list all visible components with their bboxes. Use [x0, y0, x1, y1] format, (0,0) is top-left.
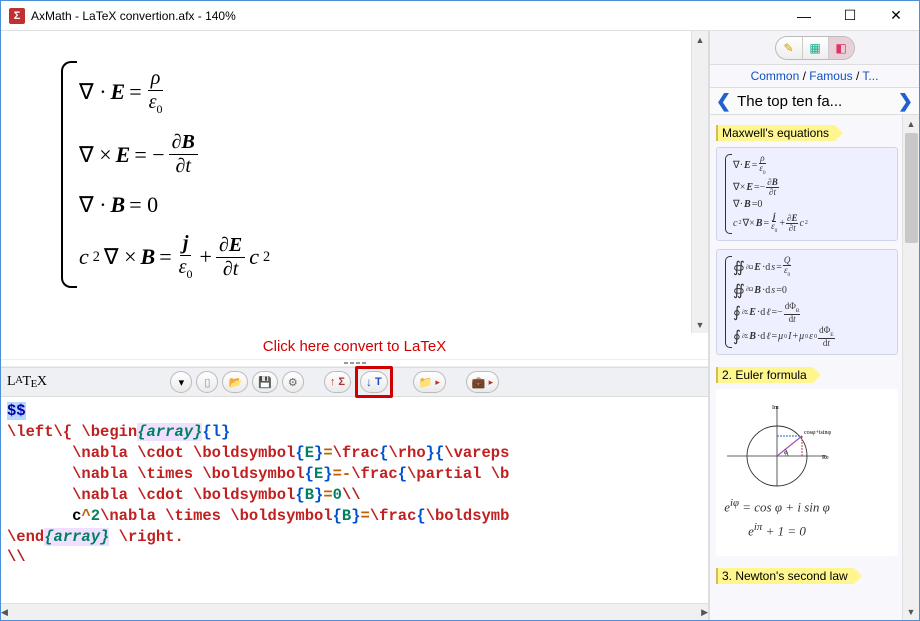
eraser-icon: ◧ — [835, 41, 846, 55]
breadcrumb-link[interactable]: Famous — [809, 69, 852, 83]
sidebar: ✎ ▦ ◧ Common / Famous / T... ❮ The top t… — [709, 31, 919, 620]
export-briefcase-button[interactable]: 💼▸ — [466, 371, 499, 393]
grid-icon: ▦ — [809, 41, 820, 55]
canvas-vscroll[interactable]: ▲ ▼ — [691, 31, 708, 333]
euler-plot: φ Re Im cosφ+isinφ — [722, 401, 832, 491]
window-title: AxMath - LaTeX convertion.afx - 140% — [31, 9, 781, 23]
gear-icon: ⚙ — [288, 376, 298, 389]
sidebar-tab-eraser[interactable]: ◧ — [828, 37, 854, 59]
equation-row: ∇ · B = 0 — [79, 192, 270, 218]
sidebar-tab-grid[interactable]: ▦ — [802, 37, 828, 59]
scroll-down-icon[interactable]: ▼ — [692, 316, 708, 333]
formula-tag[interactable]: 2. Euler formula — [716, 367, 813, 383]
scroll-up-icon[interactable]: ▲ — [692, 31, 708, 48]
close-button[interactable]: ✕ — [873, 1, 919, 31]
titlebar: Σ AxMath - LaTeX convertion.afx - 140% —… — [1, 1, 919, 31]
brush-icon: ✎ — [783, 41, 793, 55]
hint-text: Click here convert to LaTeX — [1, 333, 708, 359]
arrow-right-icon: ▸ — [435, 377, 440, 388]
equation-row: ∇ · E = ρε0 — [79, 67, 270, 117]
text-icon: T — [375, 376, 382, 388]
to-equation-button[interactable]: ↑Σ — [324, 371, 351, 393]
euler-equation: eiφ = cos φ + i sin φ — [724, 497, 830, 515]
maximize-button[interactable]: ☐ — [827, 1, 873, 31]
scroll-thumb[interactable] — [905, 133, 918, 243]
folder-icon: 📁 — [419, 376, 433, 389]
latex-toolbar: LATEX ▾ ▯ 📂 💾 ⚙ ↑Σ ↓T 📁▸ 💼▸ — [1, 367, 708, 397]
dropdown-button[interactable]: ▾ — [170, 371, 192, 393]
formula-tag[interactable]: Maxwell's equations — [716, 125, 835, 141]
formula-thumbnail[interactable]: ∇·E=ρε0 ∇×E=−∂B∂t ∇·B=0 c2∇×B=jε0+∂E∂tc2 — [716, 147, 898, 241]
equation-canvas[interactable]: ∇ · E = ρε0 ∇ × E = − ∂B∂t ∇ · B = 0 c2∇… — [1, 31, 708, 333]
sidebar-tab-brush[interactable]: ✎ — [776, 37, 802, 59]
scroll-down-icon[interactable]: ▼ — [903, 603, 919, 620]
briefcase-icon: 💼 — [472, 376, 486, 389]
latex-code-area[interactable]: $$ \left\{ \begin{array}{l} \nabla \cdot… — [1, 397, 708, 603]
breadcrumb: Common / Famous / T... — [710, 65, 919, 87]
nav-next-button[interactable]: ❯ — [896, 91, 915, 112]
settings-button[interactable]: ⚙ — [282, 371, 304, 393]
app-icon: Σ — [9, 8, 25, 24]
euler-equation: eiπ + 1 = 0 — [748, 521, 806, 539]
copy-button[interactable]: ▯ — [196, 371, 218, 393]
nav-prev-button[interactable]: ❮ — [714, 91, 733, 112]
scroll-up-icon[interactable]: ▲ — [903, 115, 919, 132]
chevron-down-icon: ▾ — [179, 376, 185, 389]
disk-icon: 💾 — [258, 376, 272, 389]
code-hscroll[interactable]: ◀ ▶ — [1, 603, 708, 620]
equation-row: ∇ × E = − ∂B∂t — [79, 131, 270, 178]
sidebar-vscroll[interactable]: ▲ ▼ — [902, 115, 919, 620]
equation-row: c2∇ × B = jε0 + ∂E∂tc2 — [79, 232, 270, 282]
open-button[interactable]: 📂 — [222, 371, 248, 393]
formula-thumbnail[interactable]: ∯∂ΩE·ds=Qε0 ∯∂ΩB·ds=0 ∮∂ΣE·dℓ=−dΦBdt ∮∂Σ… — [716, 249, 898, 355]
formula-tag[interactable]: 3. Newton's second law — [716, 568, 854, 584]
scroll-left-icon[interactable]: ◀ — [1, 604, 8, 620]
page-icon: ▯ — [204, 376, 210, 389]
svg-text:Im: Im — [772, 405, 779, 411]
svg-text:Re: Re — [822, 455, 829, 461]
formula-thumbnail[interactable]: φ Re Im cosφ+isinφ eiφ = cos φ + i sin φ… — [716, 389, 898, 556]
breadcrumb-link[interactable]: T... — [862, 69, 878, 83]
save-button[interactable]: 💾 — [252, 371, 278, 393]
export-folder-button[interactable]: 📁▸ — [413, 371, 446, 393]
breadcrumb-link[interactable]: Common — [751, 69, 800, 83]
nav-title-text: The top ten fa... — [733, 93, 896, 110]
svg-text:cosφ+isinφ: cosφ+isinφ — [804, 430, 832, 436]
convert-highlight: ↓T — [355, 366, 393, 398]
to-latex-button[interactable]: ↓T — [360, 371, 388, 393]
sigma-icon: Σ — [338, 376, 345, 388]
arrow-right-icon: ▸ — [489, 377, 494, 388]
minimize-button[interactable]: — — [781, 1, 827, 31]
scroll-right-icon[interactable]: ▶ — [701, 604, 708, 620]
folder-open-icon: 📂 — [228, 376, 242, 389]
latex-label: LATEX — [7, 374, 46, 390]
